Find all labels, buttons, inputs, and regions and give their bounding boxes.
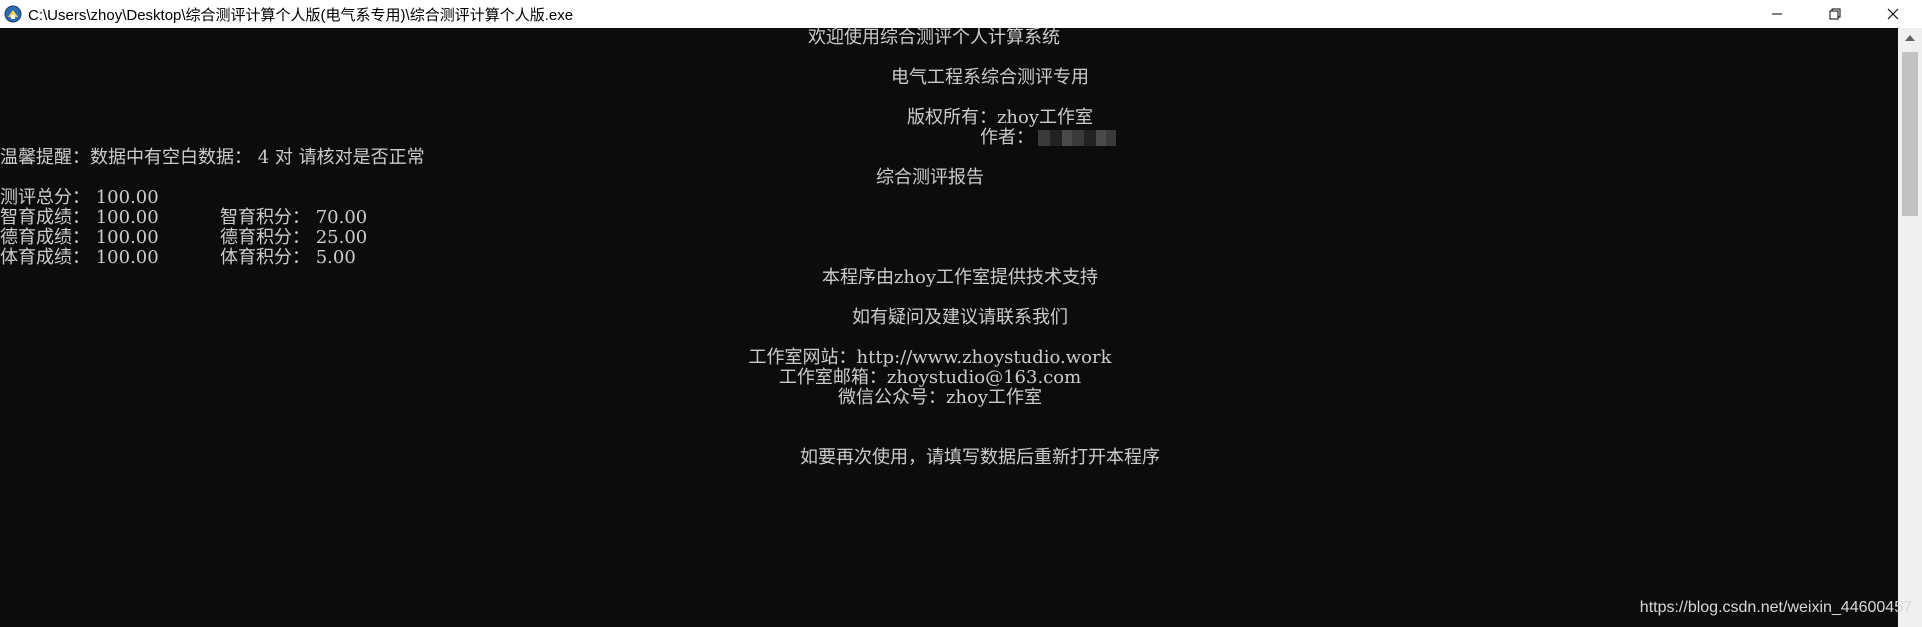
redacted-author	[1038, 130, 1116, 146]
watermark-text: https://blog.csdn.net/weixin_44600457	[1639, 599, 1912, 616]
restore-icon	[1829, 8, 1841, 20]
console-output[interactable]: 欢迎使用综合测评个人计算系统 电气工程系综合测评专用 版权所有：zhoy工作室 …	[0, 28, 1898, 627]
scroll-thumb[interactable]	[1902, 52, 1918, 216]
report-title: 综合测评报告	[876, 167, 984, 188]
restore-button[interactable]	[1806, 0, 1864, 28]
email-text: 工作室邮箱：zhoystudio@163.com	[778, 367, 1082, 388]
close-button[interactable]	[1864, 0, 1922, 28]
scroll-up-button[interactable]	[1898, 28, 1922, 48]
score-row: 智育成绩： 100.00	[0, 207, 159, 228]
terminal-app-icon	[4, 5, 22, 23]
window-controls	[1748, 0, 1922, 28]
vertical-scrollbar[interactable]	[1898, 28, 1922, 627]
close-icon	[1887, 8, 1899, 20]
points-row: 智育积分： 70.00	[220, 207, 368, 228]
website-text: 工作室网站：http://www.zhoystudio.work	[748, 347, 1112, 368]
score-row: 体育成绩： 100.00	[0, 247, 159, 268]
console-window: C:\Users\zhoy\Desktop\综合测评计算个人版(电气系专用)\综…	[0, 0, 1922, 627]
minimize-button[interactable]	[1748, 0, 1806, 28]
support-text: 本程序由zhoy工作室提供技术支持	[821, 267, 1099, 288]
window-title: C:\Users\zhoy\Desktop\综合测评计算个人版(电气系专用)\综…	[28, 6, 574, 24]
chevron-up-icon	[1905, 35, 1915, 41]
contact-prompt: 如有疑问及建议请联系我们	[852, 307, 1068, 328]
author-label: 作者：	[980, 127, 1034, 148]
subtitle-text: 电气工程系综合测评专用	[891, 67, 1089, 88]
minimize-icon	[1772, 13, 1782, 15]
rerun-text: 如要再次使用，请填写数据后重新打开本程序	[800, 447, 1160, 468]
author-line: 作者：	[980, 128, 1116, 148]
warning-text: 温馨提醒：数据中有空白数据： 4 对 请核对是否正常	[0, 147, 425, 168]
title-bar[interactable]: C:\Users\zhoy\Desktop\综合测评计算个人版(电气系专用)\综…	[0, 0, 1922, 28]
welcome-text: 欢迎使用综合测评个人计算系统	[808, 27, 1060, 48]
points-row: 体育积分： 5.00	[220, 247, 356, 268]
total-score: 测评总分： 100.00	[0, 187, 159, 208]
wechat-text: 微信公众号：zhoy工作室	[837, 387, 1043, 408]
points-row: 德育积分： 25.00	[220, 227, 368, 248]
copyright-text: 版权所有：zhoy工作室	[906, 107, 1094, 128]
score-row: 德育成绩： 100.00	[0, 227, 159, 248]
